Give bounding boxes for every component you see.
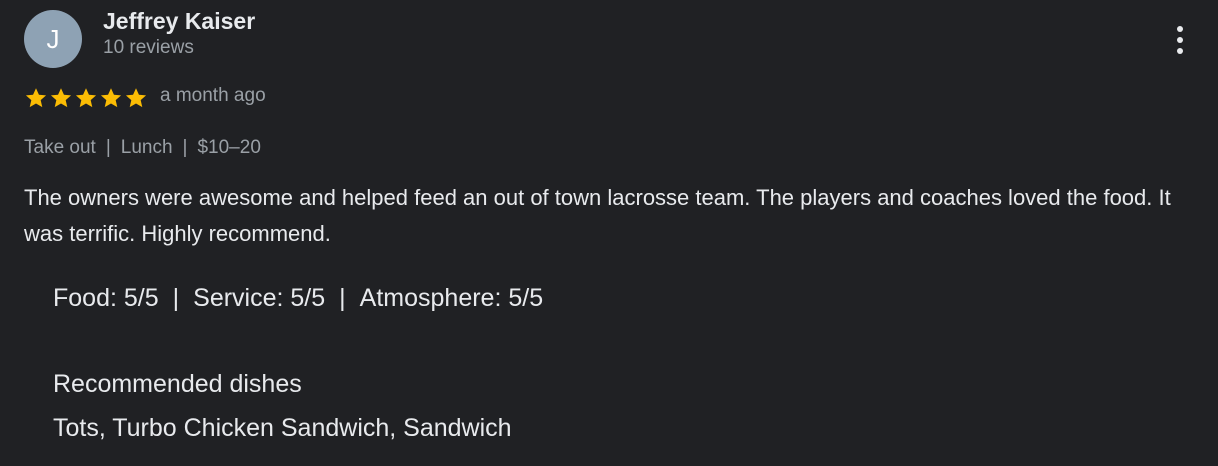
avatar-initial: J [46,23,60,54]
recommended-dishes-heading: Recommended dishes [53,370,302,398]
star-rating [24,86,148,110]
meta-separator: | [105,137,111,158]
author-name[interactable]: Jeffrey Kaiser [103,7,255,35]
more-options-button[interactable] [1166,22,1194,58]
service-type: Take out [24,137,96,158]
review-date: a month ago [160,85,266,106]
meal-type: Lunch [120,137,173,158]
star-icon [100,88,122,108]
recommended-dishes-list: Tots, Turbo Chicken Sandwich, Sandwich [53,414,512,442]
price-range: $10–20 [197,137,261,158]
author-reviews-count: 10 reviews [103,37,194,58]
rating-separator: | [339,284,346,312]
sub-ratings: Food: 5/5 | Service: 5/5 | Atmosphere: 5… [53,284,543,313]
rating-separator: | [172,284,180,312]
star-icon [50,88,72,108]
star-icon [25,88,47,108]
service-rating: Service: 5/5 [193,284,326,312]
review-card: J Jeffrey Kaiser 10 reviews a month ago … [0,0,1218,466]
rating-row: a month ago [24,85,266,110]
star-icon [125,88,147,108]
review-header: J Jeffrey Kaiser 10 reviews [24,7,255,68]
food-rating: Food: 5/5 [53,284,159,312]
author-info: Jeffrey Kaiser 10 reviews [103,7,255,61]
atmosphere-rating: Atmosphere: 5/5 [359,284,544,312]
meta-separator: | [182,137,188,158]
more-vert-icon [1177,26,1183,54]
review-meta: Take out | Lunch | $10–20 [24,137,261,159]
avatar[interactable]: J [24,10,82,68]
star-icon [75,88,97,108]
review-text: The owners were awesome and helped feed … [24,185,1171,246]
